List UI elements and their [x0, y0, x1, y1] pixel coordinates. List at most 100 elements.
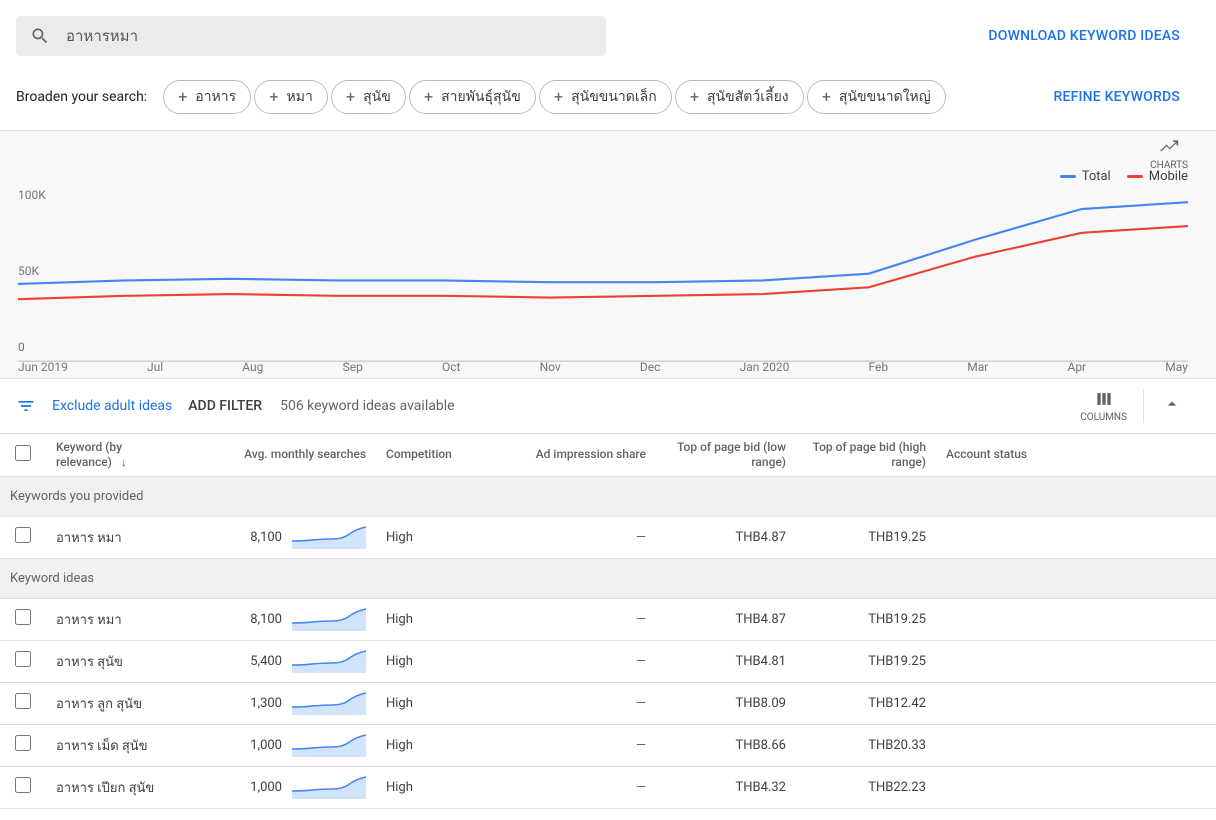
- x-tick: Jul: [147, 360, 163, 374]
- chevron-up-icon: [1162, 394, 1182, 414]
- sparkline: [292, 607, 366, 631]
- trend-chart: CHARTS Total Mobile 100K 50K 0 Jun 2019J…: [0, 131, 1216, 379]
- cell-ad-share: —: [516, 682, 656, 724]
- col-bid-low[interactable]: Top of page bid (low range): [656, 434, 796, 476]
- x-tick: Jun 2019: [18, 360, 68, 374]
- chip-label: หมา: [286, 86, 312, 108]
- cell-bid-high: THB12.42: [796, 682, 936, 724]
- broaden-chip[interactable]: + สุนัขสัตว์เลี้ยง: [675, 80, 804, 114]
- search-box[interactable]: [16, 16, 606, 56]
- plus-icon: +: [690, 89, 699, 105]
- x-tick: Apr: [1067, 360, 1086, 374]
- table-row: อาหาร หมา8,100High—THB4.87THB19.25: [0, 598, 1216, 640]
- chart-legend: Total Mobile: [0, 141, 1216, 188]
- table-row: อาหาร สุนัข5,400High—THB4.81THB19.25: [0, 640, 1216, 682]
- col-avg-searches[interactable]: Avg. monthly searches: [186, 434, 376, 476]
- cell-ad-share: —: [516, 724, 656, 766]
- sparkline: [292, 649, 366, 673]
- col-competition[interactable]: Competition: [376, 434, 516, 476]
- plus-icon: +: [178, 89, 187, 105]
- plus-icon: +: [822, 89, 831, 105]
- cell-account: [936, 598, 1216, 640]
- broaden-chip[interactable]: +สุนัข: [331, 80, 406, 114]
- columns-icon: [1094, 389, 1114, 409]
- x-tick: Jan 2020: [740, 360, 790, 374]
- col-bid-high[interactable]: Top of page bid (high range): [796, 434, 936, 476]
- broaden-chip[interactable]: +สุนัขขนาดใหญ่: [807, 80, 946, 114]
- broaden-chip[interactable]: + หมา: [254, 80, 327, 114]
- row-checkbox[interactable]: [15, 527, 31, 543]
- cell-bid-high: THB19.25: [796, 598, 936, 640]
- x-tick: Aug: [242, 360, 263, 374]
- broaden-chip[interactable]: + สายพันธุ์สุนัข: [409, 80, 536, 114]
- cell-keyword: อาหาร เม็ด สุนัข: [46, 724, 186, 766]
- cell-keyword: อาหาร สุนัข: [46, 640, 186, 682]
- plus-icon: +: [346, 89, 355, 105]
- chip-label: สุนัขสัตว์เลี้ยง: [707, 86, 789, 108]
- cell-avg: 1,000: [186, 766, 376, 808]
- section-header: Keyword ideas: [0, 558, 1216, 598]
- broaden-label: Broaden your search:: [16, 89, 147, 105]
- cell-avg: 8,100: [186, 516, 376, 558]
- collapse-button[interactable]: [1144, 394, 1200, 418]
- cell-bid-low: THB8.09: [656, 682, 796, 724]
- columns-button[interactable]: COLUMNS: [1064, 389, 1144, 423]
- row-checkbox[interactable]: [15, 609, 31, 625]
- sparkline: [292, 733, 366, 757]
- cell-keyword: อาหาร ลูก สุนัข: [46, 682, 186, 724]
- cell-ad-share: —: [516, 640, 656, 682]
- cell-bid-high: THB20.33: [796, 724, 936, 766]
- cell-account: [936, 682, 1216, 724]
- section-header: Keywords you provided: [0, 476, 1216, 516]
- cell-ad-share: —: [516, 598, 656, 640]
- download-keyword-ideas-link[interactable]: DOWNLOAD KEYWORD IDEAS: [988, 28, 1180, 44]
- keyword-table: Keyword (by relevance) ↓ Avg. monthly se…: [0, 434, 1216, 809]
- x-tick: Mar: [967, 360, 988, 374]
- ideas-count-label: 506 keyword ideas available: [280, 398, 454, 414]
- cell-competition: High: [376, 724, 516, 766]
- cell-account: [936, 640, 1216, 682]
- add-filter-button[interactable]: ADD FILTER: [188, 398, 262, 414]
- search-icon: [30, 26, 50, 46]
- row-checkbox[interactable]: [15, 735, 31, 751]
- chart-line-icon: [1159, 137, 1179, 157]
- table-row: อาหาร เปียก สุนัข1,000High—THB4.32THB22.…: [0, 766, 1216, 808]
- table-row: อาหาร ลูก สุนัข1,300High—THB8.09THB12.42: [0, 682, 1216, 724]
- cell-keyword: อาหาร หมา: [46, 516, 186, 558]
- refine-keywords-link[interactable]: REFINE KEYWORDS: [1053, 89, 1180, 105]
- select-all-checkbox[interactable]: [15, 445, 31, 461]
- col-ad-share[interactable]: Ad impression share: [516, 434, 656, 476]
- cell-bid-low: THB4.81: [656, 640, 796, 682]
- charts-button[interactable]: CHARTS: [1150, 137, 1188, 171]
- x-tick: May: [1165, 360, 1188, 374]
- col-account-status[interactable]: Account status: [936, 434, 1216, 476]
- broaden-chip[interactable]: +สุนัขขนาดเล็ก: [539, 80, 672, 114]
- filter-icon[interactable]: [16, 396, 36, 416]
- broaden-chip[interactable]: + อาหาร: [163, 80, 251, 114]
- cell-bid-low: THB8.66: [656, 724, 796, 766]
- cell-competition: High: [376, 766, 516, 808]
- sparkline: [292, 775, 366, 799]
- row-checkbox[interactable]: [15, 693, 31, 709]
- col-keyword[interactable]: Keyword (by relevance) ↓: [46, 434, 186, 476]
- chip-label: สายพันธุ์สุนัข: [441, 86, 521, 108]
- cell-avg: 1,300: [186, 682, 376, 724]
- row-checkbox[interactable]: [15, 777, 31, 793]
- plus-icon: +: [269, 89, 278, 105]
- cell-account: [936, 766, 1216, 808]
- x-tick: Sep: [343, 360, 363, 374]
- chart-x-axis: Jun 2019JulAugSepOctNovDecJan 2020FebMar…: [18, 360, 1188, 374]
- plus-icon: +: [424, 89, 433, 105]
- chip-label: อาหาร: [195, 86, 236, 108]
- cell-competition: High: [376, 598, 516, 640]
- table-row: อาหาร เม็ด สุนัข1,000High—THB8.66THB20.3…: [0, 724, 1216, 766]
- cell-ad-share: —: [516, 516, 656, 558]
- cell-bid-low: THB4.87: [656, 516, 796, 558]
- search-input[interactable]: [66, 28, 592, 45]
- chip-label: สุนัขขนาดเล็ก: [571, 86, 657, 108]
- row-checkbox[interactable]: [15, 651, 31, 667]
- exclude-adult-ideas-link[interactable]: Exclude adult ideas: [52, 398, 172, 414]
- cell-keyword: อาหาร เปียก สุนัข: [46, 766, 186, 808]
- cell-bid-high: THB22.23: [796, 766, 936, 808]
- cell-avg: 1,000: [186, 724, 376, 766]
